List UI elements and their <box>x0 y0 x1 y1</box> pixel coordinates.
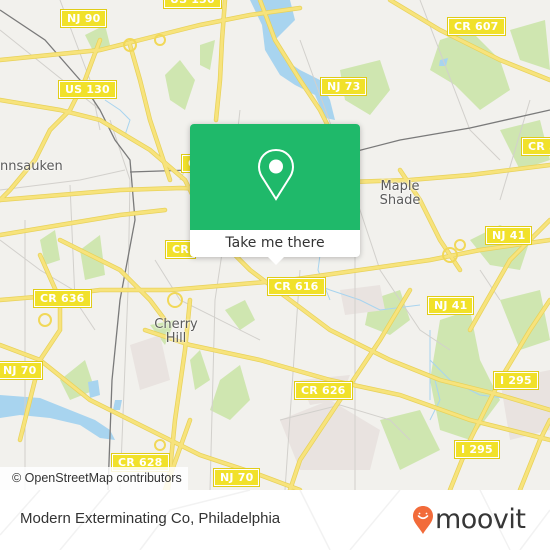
popup-pointer <box>267 256 285 265</box>
route-shield-nj-41-b: NJ 41 <box>426 296 475 315</box>
place-label-pennsauken: nnsauken <box>0 159 63 174</box>
route-shield-us-130: US 130 <box>58 80 117 99</box>
moovit-wordmark: moovit <box>435 504 526 535</box>
route-shield-cr-636: CR 636 <box>33 289 92 308</box>
route-shield-us-130-top: US 130 <box>163 0 222 9</box>
footer-bar: Modern Exterminating Co, Philadelphia mo… <box>0 490 550 550</box>
route-shield-i-295-a: I 295 <box>493 371 539 390</box>
route-shield-cr-616: CR 616 <box>267 277 326 296</box>
route-shield-nj-70-b: NJ 70 <box>212 468 261 487</box>
route-shield-nj-41-a: NJ 41 <box>484 226 533 245</box>
route-shield-cr-607: CR 607 <box>447 17 506 36</box>
map-attribution[interactable]: © OpenStreetMap contributors <box>0 467 188 490</box>
place-label-maple-shade-line2: Shade <box>379 193 421 208</box>
route-shield-cr-626: CR 626 <box>294 381 353 400</box>
location-popup: Take me there <box>190 124 360 265</box>
place-label-maple-shade-line1: Maple <box>380 179 420 194</box>
route-shield-nj-90: NJ 90 <box>59 9 108 28</box>
route-shield-nj-73: NJ 73 <box>319 77 368 96</box>
popup-header <box>190 124 360 230</box>
map-view[interactable]: nnsauken Maple Shade Cherry Hill NJ 90 U… <box>0 0 550 490</box>
place-label-cherry-hill-line1: Cherry <box>154 317 198 332</box>
map-pin-icon <box>257 148 295 201</box>
route-shield-cr-5: CR 5 <box>521 137 550 156</box>
take-me-there-button[interactable]: Take me there <box>190 230 360 257</box>
place-label-cherry-hill-line2: Hill <box>165 331 187 346</box>
moovit-pin-icon <box>413 506 433 534</box>
route-shield-nj-70-a: NJ 70 <box>0 361 44 380</box>
route-shield-i-295-b: I 295 <box>454 440 500 459</box>
location-title: Modern Exterminating Co, Philadelphia <box>20 510 281 527</box>
